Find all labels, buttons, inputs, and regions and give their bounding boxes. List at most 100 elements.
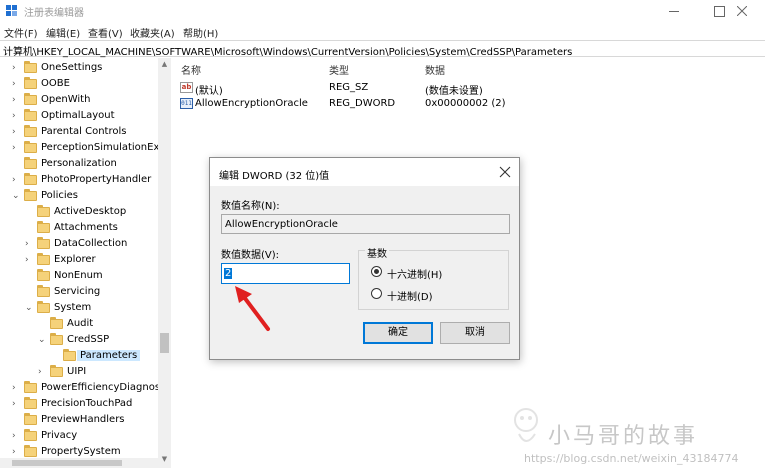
menu-view[interactable]: 查看(V) bbox=[88, 25, 123, 40]
value-name-text: AllowEncryptionOracle bbox=[225, 219, 338, 230]
scroll-up-icon[interactable]: ▲ bbox=[158, 58, 171, 71]
tree-node-label: CredSSP bbox=[67, 334, 110, 345]
window-title: 注册表编辑器 bbox=[24, 8, 84, 19]
scroll-thumb[interactable] bbox=[160, 333, 169, 353]
chevron-down-icon[interactable]: ⌄ bbox=[25, 303, 33, 313]
dialog-title: 编辑 DWORD (32 位)值 bbox=[219, 171, 330, 182]
chevron-right-icon[interactable]: › bbox=[12, 127, 20, 137]
chevron-right-icon[interactable]: › bbox=[12, 111, 20, 121]
chevron-right-icon[interactable]: › bbox=[12, 95, 20, 105]
dialog-close-icon[interactable] bbox=[499, 166, 511, 178]
regedit-app-icon bbox=[6, 5, 18, 17]
tree-node[interactable]: Audit bbox=[0, 316, 158, 332]
ok-button[interactable]: 确定 bbox=[363, 322, 433, 344]
tree-node[interactable]: › OpenWith bbox=[0, 92, 158, 108]
tree-node-label: Parameters bbox=[77, 350, 141, 361]
folder-icon bbox=[37, 253, 50, 265]
tree-node[interactable]: Servicing bbox=[0, 284, 158, 300]
close-button[interactable] bbox=[720, 0, 765, 22]
tree-node-label: Personalization bbox=[41, 158, 117, 169]
tree-node[interactable]: PreviewHandlers bbox=[0, 412, 158, 428]
scroll-down-icon[interactable]: ▼ bbox=[158, 453, 171, 466]
value-data-input[interactable]: 2 bbox=[221, 263, 350, 284]
column-header-name[interactable]: 名称 bbox=[181, 62, 201, 77]
tree-node-label: UIPI bbox=[67, 366, 87, 377]
chevron-right-icon[interactable]: › bbox=[25, 239, 33, 249]
menu-file[interactable]: 文件(F) bbox=[4, 25, 38, 40]
chevron-right-icon[interactable]: › bbox=[12, 175, 20, 185]
folder-icon bbox=[24, 93, 37, 105]
decimal-radio-label[interactable]: 十进制(D) bbox=[387, 288, 433, 303]
decimal-radio[interactable] bbox=[371, 288, 382, 299]
watermark-logo-icon bbox=[514, 408, 538, 442]
chevron-right-icon[interactable]: › bbox=[12, 63, 20, 73]
tree-node[interactable]: › Explorer bbox=[0, 252, 158, 268]
tree-horizontal-scrollbar[interactable] bbox=[0, 458, 158, 468]
tree-node-label: OpenWith bbox=[41, 94, 91, 105]
tree-node-label: OOBE bbox=[41, 78, 70, 89]
folder-icon bbox=[37, 285, 50, 297]
tree-node[interactable]: › Parental Controls bbox=[0, 124, 158, 140]
chevron-right-icon[interactable]: › bbox=[12, 143, 20, 153]
folder-icon bbox=[24, 141, 37, 153]
tree-node[interactable]: ActiveDesktop bbox=[0, 204, 158, 220]
chevron-right-icon[interactable]: › bbox=[12, 383, 20, 393]
hscroll-thumb[interactable] bbox=[12, 460, 122, 466]
base-label: 基数 bbox=[365, 245, 389, 260]
folder-icon bbox=[37, 221, 50, 233]
folder-icon bbox=[24, 381, 37, 393]
tree-node[interactable]: › PowerEfficiencyDiagnos bbox=[0, 380, 160, 396]
tree-node[interactable]: › OOBE bbox=[0, 76, 158, 92]
minimize-button[interactable] bbox=[652, 0, 697, 22]
menu-favorites[interactable]: 收藏夹(A) bbox=[130, 25, 175, 40]
tree-node[interactable]: › DataCollection bbox=[0, 236, 158, 252]
tree-node[interactable]: › UIPI bbox=[0, 364, 158, 380]
address-bar[interactable]: 计算机\HKEY_LOCAL_MACHINE\SOFTWARE\Microsof… bbox=[0, 40, 765, 58]
menu-edit[interactable]: 编辑(E) bbox=[46, 25, 80, 40]
folder-icon bbox=[50, 317, 63, 329]
folder-icon bbox=[24, 173, 37, 185]
tree-node[interactable]: ⌄ Policies bbox=[0, 188, 158, 204]
tree-node-label: PerceptionSimulationEx bbox=[41, 142, 160, 153]
folder-icon bbox=[24, 109, 37, 121]
tree-vertical-scrollbar[interactable]: ▲ ▼ bbox=[158, 58, 171, 468]
folder-icon bbox=[24, 157, 37, 169]
chevron-right-icon[interactable]: › bbox=[12, 447, 20, 457]
value-name: AllowEncryptionOracle bbox=[195, 98, 308, 109]
tree-node[interactable]: › PhotoPropertyHandler bbox=[0, 172, 158, 188]
menu-bar: 文件(F) 编辑(E) 查看(V) 收藏夹(A) 帮助(H) bbox=[0, 22, 765, 40]
value-data-label: 数值数据(V): bbox=[221, 250, 280, 261]
tree-node-label: ActiveDesktop bbox=[54, 206, 127, 217]
chevron-down-icon[interactable]: ⌄ bbox=[38, 335, 46, 345]
chevron-right-icon[interactable]: › bbox=[12, 79, 20, 89]
tree-node[interactable]: ⌄ CredSSP bbox=[0, 332, 158, 348]
tree-node-label: Parental Controls bbox=[41, 126, 127, 137]
chevron-down-icon[interactable]: ⌄ bbox=[12, 191, 20, 201]
tree-node[interactable]: › PrecisionTouchPad bbox=[0, 396, 158, 412]
tree-node[interactable]: › Privacy bbox=[0, 428, 158, 444]
column-header-type[interactable]: 类型 bbox=[329, 62, 349, 77]
tree-node[interactable]: NonEnum bbox=[0, 268, 158, 284]
menu-help[interactable]: 帮助(H) bbox=[183, 25, 218, 40]
hex-radio[interactable] bbox=[371, 266, 382, 277]
chevron-right-icon[interactable]: › bbox=[12, 399, 20, 409]
hex-radio-label[interactable]: 十六进制(H) bbox=[387, 266, 442, 281]
value-type: REG_DWORD bbox=[329, 98, 396, 109]
value-row[interactable]: ab (默认) REG_SZ (数值未设置) bbox=[172, 80, 765, 97]
tree-node[interactable]: › OneSettings bbox=[0, 60, 158, 76]
tree-node[interactable]: › PerceptionSimulationEx bbox=[0, 140, 160, 156]
tree-node[interactable]: Attachments bbox=[0, 220, 158, 236]
tree-node[interactable]: ⌄ System bbox=[0, 300, 158, 316]
chevron-right-icon[interactable]: › bbox=[25, 255, 33, 265]
value-row[interactable]: 011 AllowEncryptionOracle REG_DWORD 0x00… bbox=[172, 96, 765, 112]
value-data: (数值未设置) bbox=[425, 86, 483, 97]
column-header-data[interactable]: 数据 bbox=[425, 62, 445, 77]
chevron-right-icon[interactable]: › bbox=[12, 431, 20, 441]
tree-node[interactable]: Parameters bbox=[0, 348, 158, 364]
string-value-icon: ab bbox=[180, 82, 193, 93]
tree-node[interactable]: › OptimalLayout bbox=[0, 108, 158, 124]
folder-icon bbox=[37, 301, 50, 313]
tree-node[interactable]: Personalization bbox=[0, 156, 158, 172]
cancel-button[interactable]: 取消 bbox=[440, 322, 510, 344]
chevron-right-icon[interactable]: › bbox=[38, 367, 46, 377]
